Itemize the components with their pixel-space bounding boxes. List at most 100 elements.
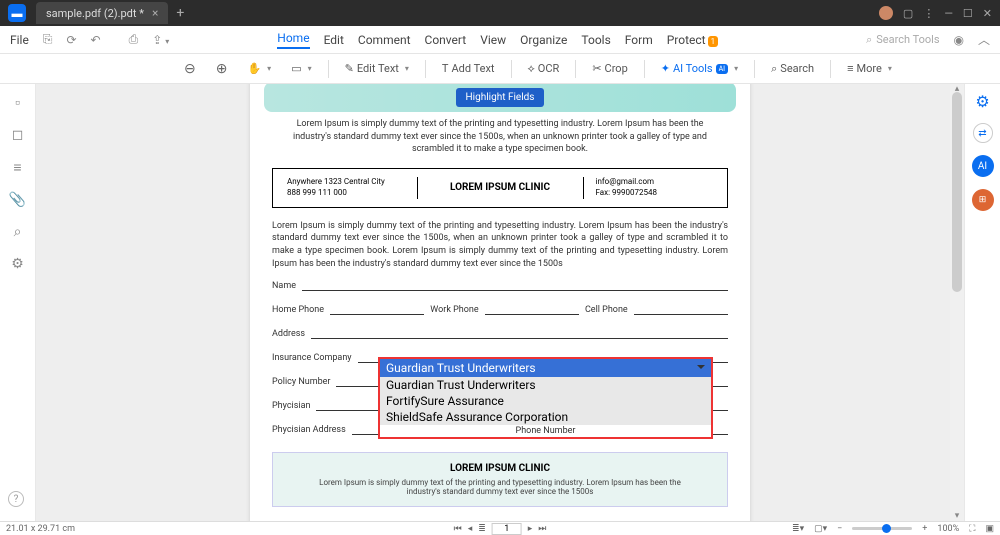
add-text-button[interactable]: T Add Text [436, 59, 501, 78]
home-phone-label: Home Phone [272, 305, 324, 315]
tab-label: sample.pdf (2).pdt * [46, 7, 144, 20]
more-icon[interactable]: ⋮ [923, 7, 934, 20]
zoom-value[interactable]: 100% [937, 524, 959, 534]
translate-icon[interactable]: ⇄ [973, 123, 993, 143]
layers-icon[interactable]: ≡ [13, 159, 21, 176]
open-icon[interactable]: ⎘ [43, 32, 53, 47]
physician-field[interactable] [316, 399, 386, 411]
highlight-fields-button[interactable]: Highlight Fields [456, 88, 545, 107]
collapse-icon[interactable]: ︿ [978, 31, 990, 48]
tab-edit[interactable]: Edit [324, 33, 344, 47]
name-field[interactable] [302, 279, 728, 291]
work-phone-field[interactable] [485, 303, 579, 315]
right-rail: ⚙ ⇄ AI ⊞ [964, 84, 1000, 521]
name-label: Name [272, 281, 296, 291]
banner-close-icon[interactable]: × [909, 84, 916, 86]
tab-tools[interactable]: Tools [581, 33, 610, 47]
undo-icon[interactable]: ↶ [91, 33, 101, 47]
grid-icon[interactable]: ▢ [903, 7, 913, 20]
zoom-in-icon[interactable]: ⊕ [210, 58, 234, 80]
page-mode-icon[interactable]: ≣ [478, 524, 486, 534]
first-page-icon[interactable]: ⏮ [454, 524, 462, 534]
page-number-input[interactable] [492, 523, 522, 535]
form-banner: Highlight Fields × [264, 84, 736, 112]
home-phone-field[interactable] [330, 303, 424, 315]
dropdown-option[interactable]: FortifySure Assurance [380, 393, 711, 409]
dropdown-footer: Phone Number [380, 425, 711, 437]
help-icon[interactable]: ? [8, 491, 24, 507]
edit-text-button[interactable]: ✎ Edit Text [339, 59, 415, 78]
cell-phone-label: Cell Phone [585, 305, 628, 315]
layout-icon[interactable]: ≣▾ [792, 524, 804, 534]
next-page-icon[interactable]: ▸ [528, 524, 533, 534]
file-menu[interactable]: File [10, 33, 29, 47]
work-phone-label: Work Phone [430, 305, 478, 315]
fullscreen-icon[interactable]: ⛶ [969, 524, 975, 534]
properties-icon[interactable]: ⚙ [975, 92, 989, 111]
document-viewport[interactable]: MEDICAL REL Highlight Fields × Lorem Ips… [36, 84, 964, 521]
select-tool[interactable]: ▭ [285, 59, 317, 78]
ai-icon[interactable]: AI [972, 155, 994, 177]
physician-addr-label: Phycisian Address [272, 425, 346, 435]
add-tab-icon[interactable]: + [176, 5, 184, 21]
dropdown-option[interactable]: ShieldSafe Assurance Corporation [380, 409, 711, 425]
scrollbar-thumb[interactable] [952, 92, 962, 292]
intro-text: Lorem Ipsum is simply dummy text of the … [250, 112, 750, 162]
zoom-slider[interactable] [852, 527, 912, 530]
hand-tool[interactable]: ✋ [241, 59, 277, 78]
search-panel-icon[interactable]: ⌕ [14, 224, 22, 240]
bookmarks-icon[interactable]: ◻ [12, 127, 24, 143]
physician-label: Phycisian [272, 401, 310, 411]
settings-icon[interactable]: ⚙ [11, 256, 24, 272]
search-tools[interactable]: ⌕Search Tools [866, 33, 939, 47]
fit-icon[interactable]: ▢▾ [814, 524, 827, 534]
app-logo: ▬ [8, 4, 26, 22]
user-avatar-icon[interactable] [879, 6, 893, 20]
titlebar: ▬ sample.pdf (2).pdt * × + ▢ ⋮ — ☐ ✕ [0, 0, 1000, 26]
tab-close-icon[interactable]: × [152, 6, 158, 20]
statusbar: 21.01 x 29.71 cm ⏮ ◂ ≣ ▸ ⏭ ≣▾ ▢▾ − + 100… [0, 521, 1000, 535]
dropdown-selected[interactable]: Guardian Trust Underwriters [380, 359, 711, 377]
search-icon: ⌕ [866, 33, 872, 47]
cell-phone-field[interactable] [634, 303, 728, 315]
tab-protect[interactable]: Protect1 [667, 33, 718, 47]
prev-page-icon[interactable]: ◂ [468, 524, 473, 534]
dropdown-option[interactable]: Guardian Trust Underwriters [380, 377, 711, 393]
insurance-dropdown[interactable]: Guardian Trust Underwriters Guardian Tru… [378, 357, 713, 439]
address-label: Address [272, 329, 305, 339]
menubar: File ⎘ ⟳ ↶ ⎙ ⇪ Home Edit Comment Convert… [0, 26, 1000, 54]
tab-form[interactable]: Form [625, 33, 653, 47]
page-controls: ⏮ ◂ ≣ ▸ ⏭ [454, 523, 547, 535]
notify-icon[interactable]: ◉ [954, 33, 964, 47]
crop-button[interactable]: ✂ Crop [586, 59, 633, 78]
tab-organize[interactable]: Organize [520, 33, 567, 47]
document-tab[interactable]: sample.pdf (2).pdt * × [36, 2, 168, 24]
thumbnails-icon[interactable]: ▫ [15, 94, 20, 111]
close-icon[interactable]: ✕ [983, 7, 992, 20]
left-sidebar: ▫ ◻ ≡ 📎 ⌕ ⚙ [0, 84, 36, 521]
share-icon[interactable]: ⇪ [152, 33, 169, 47]
print-icon[interactable]: ⎙ [129, 32, 139, 47]
attachments-icon[interactable]: 📎 [9, 192, 26, 208]
tab-comment[interactable]: Comment [358, 33, 411, 47]
tab-view[interactable]: View [480, 33, 506, 47]
tab-convert[interactable]: Convert [425, 33, 467, 47]
tab-home[interactable]: Home [277, 31, 309, 49]
zoom-out-icon[interactable]: ⊖ [178, 58, 202, 80]
zoom-in-status[interactable]: + [922, 524, 927, 534]
search-button[interactable]: ⌕ Search [765, 59, 820, 79]
vertical-scrollbar[interactable]: ▴ ▾ [950, 84, 964, 521]
ai-tools-button[interactable]: ✦ AI Tools AI [655, 59, 744, 78]
maximize-icon[interactable]: ☐ [963, 7, 973, 20]
more-button[interactable]: ≡ More [841, 59, 898, 78]
scroll-down-icon[interactable]: ▾ [950, 511, 964, 521]
minimize-icon[interactable]: — [944, 7, 953, 20]
page-dimensions: 21.01 x 29.71 cm [6, 524, 75, 534]
save-icon[interactable]: ⟳ [66, 33, 76, 47]
ms-icon[interactable]: ⊞ [972, 189, 994, 211]
zoom-out-status[interactable]: − [837, 524, 842, 534]
address-field[interactable] [311, 327, 728, 339]
reading-mode-icon[interactable]: ▣ [985, 524, 994, 534]
ocr-button[interactable]: ⟡ OCR [522, 59, 566, 79]
last-page-icon[interactable]: ⏭ [538, 524, 546, 534]
